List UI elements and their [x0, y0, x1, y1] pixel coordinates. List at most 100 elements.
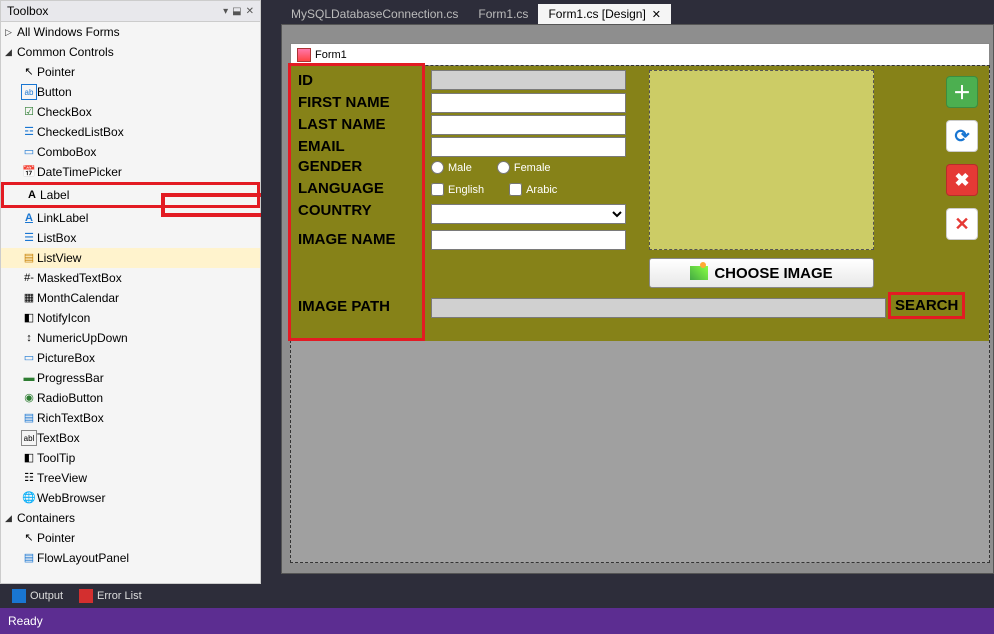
item-listbox[interactable]: ☰ListBox [1, 228, 260, 248]
item-checkedlistbox[interactable]: ☲CheckedListBox [1, 122, 260, 142]
group-containers[interactable]: ◢Containers [1, 508, 260, 528]
label-icon: A [24, 187, 40, 203]
notifyicon-icon: ◧ [21, 310, 37, 326]
item-listview[interactable]: ▤ListView [1, 248, 260, 268]
label-gender: GENDER [298, 158, 362, 175]
delete-button[interactable]: ✖ [946, 164, 978, 196]
item-pointer-2[interactable]: ↖Pointer [1, 528, 260, 548]
tooltip-icon: ◧ [21, 450, 37, 466]
checkbox-icon: ☑ [21, 104, 37, 120]
item-label[interactable]: ALabel [1, 182, 260, 208]
item-numericupdown[interactable]: ↕NumericUpDown [1, 328, 260, 348]
item-flowlayoutpanel[interactable]: ▤FlowLayoutPanel [1, 548, 260, 568]
item-pointer[interactable]: ↖Pointer [1, 62, 260, 82]
form-window[interactable]: Form1 ID FIRST NAME LAST NAME EMAIL GEND… [290, 43, 990, 563]
choose-image-button[interactable]: CHOOSE IMAGE [649, 258, 874, 288]
refresh-button[interactable]: ⟳ [946, 120, 978, 152]
input-last[interactable] [431, 115, 626, 135]
item-checkbox[interactable]: ☑CheckBox [1, 102, 260, 122]
tab-bar: MySQLDatabaseConnection.cs Form1.cs Form… [261, 0, 994, 24]
picturebox[interactable] [649, 70, 874, 250]
bottom-tabs: Output Error List [0, 584, 994, 608]
tab-mysql[interactable]: MySQLDatabaseConnection.cs [281, 4, 468, 24]
listbox-icon: ☰ [21, 230, 37, 246]
form-titlebar: Form1 [290, 43, 990, 65]
item-progressbar[interactable]: ▬ProgressBar [1, 368, 260, 388]
radio-female[interactable]: Female [497, 161, 551, 174]
group-common-controls[interactable]: ◢Common Controls [1, 42, 260, 62]
checkedlistbox-icon: ☲ [21, 124, 37, 140]
designer-canvas[interactable]: Form1 ID FIRST NAME LAST NAME EMAIL GEND… [281, 24, 994, 574]
input-image-name[interactable] [431, 230, 626, 250]
radio-male[interactable]: Male [431, 161, 472, 174]
label-image-path: IMAGE PATH [298, 298, 390, 315]
form-body[interactable]: ID FIRST NAME LAST NAME EMAIL GENDER LAN… [290, 65, 990, 563]
image-icon [690, 266, 708, 280]
radiobutton-icon: ◉ [21, 390, 37, 406]
linklabel-icon: A [21, 210, 37, 226]
input-image-path[interactable] [431, 298, 886, 318]
status-bar: Ready [0, 608, 994, 634]
label-search: SEARCH [888, 292, 965, 319]
label-email: EMAIL [298, 138, 345, 155]
item-picturebox[interactable]: ▭PictureBox [1, 348, 260, 368]
pointer-icon: ↖ [21, 530, 37, 546]
item-maskedtextbox[interactable]: #-MaskedTextBox [1, 268, 260, 288]
item-tooltip[interactable]: ◧ToolTip [1, 448, 260, 468]
pin-icon[interactable]: ⬓ [232, 6, 241, 17]
item-monthcalendar[interactable]: ▦MonthCalendar [1, 288, 260, 308]
output-icon [12, 589, 26, 603]
item-treeview[interactable]: ☷TreeView [1, 468, 260, 488]
tab-form1-design[interactable]: Form1.cs [Design]✕ [538, 4, 671, 24]
output-tab[interactable]: Output [6, 587, 69, 605]
input-id[interactable] [431, 70, 626, 90]
treeview-icon: ☷ [21, 470, 37, 486]
item-datetimepicker[interactable]: 📅DateTimePicker [1, 162, 260, 182]
item-richtextbox[interactable]: ▤RichTextBox [1, 408, 260, 428]
label-id: ID [298, 72, 313, 89]
tab-close-icon[interactable]: ✕ [652, 8, 661, 21]
gender-group: Male Female [431, 161, 551, 174]
item-webbrowser[interactable]: 🌐WebBrowser [1, 488, 260, 508]
combobox-icon: ▭ [21, 144, 37, 160]
status-text: Ready [8, 614, 43, 628]
richtextbox-icon: ▤ [21, 410, 37, 426]
group-all-windows-forms[interactable]: ▷All Windows Forms [1, 22, 260, 42]
item-notifyicon[interactable]: ◧NotifyIcon [1, 308, 260, 328]
item-textbox[interactable]: ablTextBox [1, 428, 260, 448]
monthcalendar-icon: ▦ [21, 290, 37, 306]
item-button[interactable]: abButton [1, 82, 260, 102]
label-country: COUNTRY [298, 202, 372, 219]
numericupdown-icon: ↕ [21, 330, 37, 346]
dropdown-icon[interactable]: ▾ [223, 6, 228, 17]
form-panel[interactable]: ID FIRST NAME LAST NAME EMAIL GENDER LAN… [291, 66, 989, 341]
maskedtextbox-icon: #- [21, 270, 37, 286]
tab-form1-code[interactable]: Form1.cs [468, 4, 538, 24]
toolbox-header: Toolbox ▾ ⬓ ✕ [1, 1, 260, 22]
textbox-icon: abl [21, 430, 37, 446]
language-group: English Arabic [431, 183, 557, 196]
pointer-icon: ↖ [21, 64, 37, 80]
item-combobox[interactable]: ▭ComboBox [1, 142, 260, 162]
flowlayoutpanel-icon: ▤ [21, 550, 37, 566]
item-linklabel[interactable]: ALinkLabel [1, 208, 260, 228]
check-english[interactable]: English [431, 183, 484, 196]
label-first: FIRST NAME [298, 94, 390, 111]
toolbox-title: Toolbox [7, 4, 223, 18]
toolbox-list: ▷All Windows Forms ◢Common Controls ↖Poi… [1, 22, 260, 582]
progressbar-icon: ▬ [21, 370, 37, 386]
label-last: LAST NAME [298, 116, 386, 133]
check-arabic[interactable]: Arabic [509, 183, 557, 196]
add-button[interactable]: ＋ [946, 76, 978, 108]
error-list-tab[interactable]: Error List [73, 587, 148, 605]
toolbox-panel: Toolbox ▾ ⬓ ✕ ▷All Windows Forms ◢Common… [0, 0, 261, 584]
close-icon[interactable]: ✕ [246, 6, 254, 17]
item-radiobutton[interactable]: ◉RadioButton [1, 388, 260, 408]
input-first[interactable] [431, 93, 626, 113]
error-icon [79, 589, 93, 603]
label-image-name: IMAGE NAME [298, 231, 396, 248]
input-email[interactable] [431, 137, 626, 157]
form-icon [297, 48, 311, 62]
combo-country[interactable] [431, 204, 626, 224]
cancel-button[interactable]: ✕ [946, 208, 978, 240]
